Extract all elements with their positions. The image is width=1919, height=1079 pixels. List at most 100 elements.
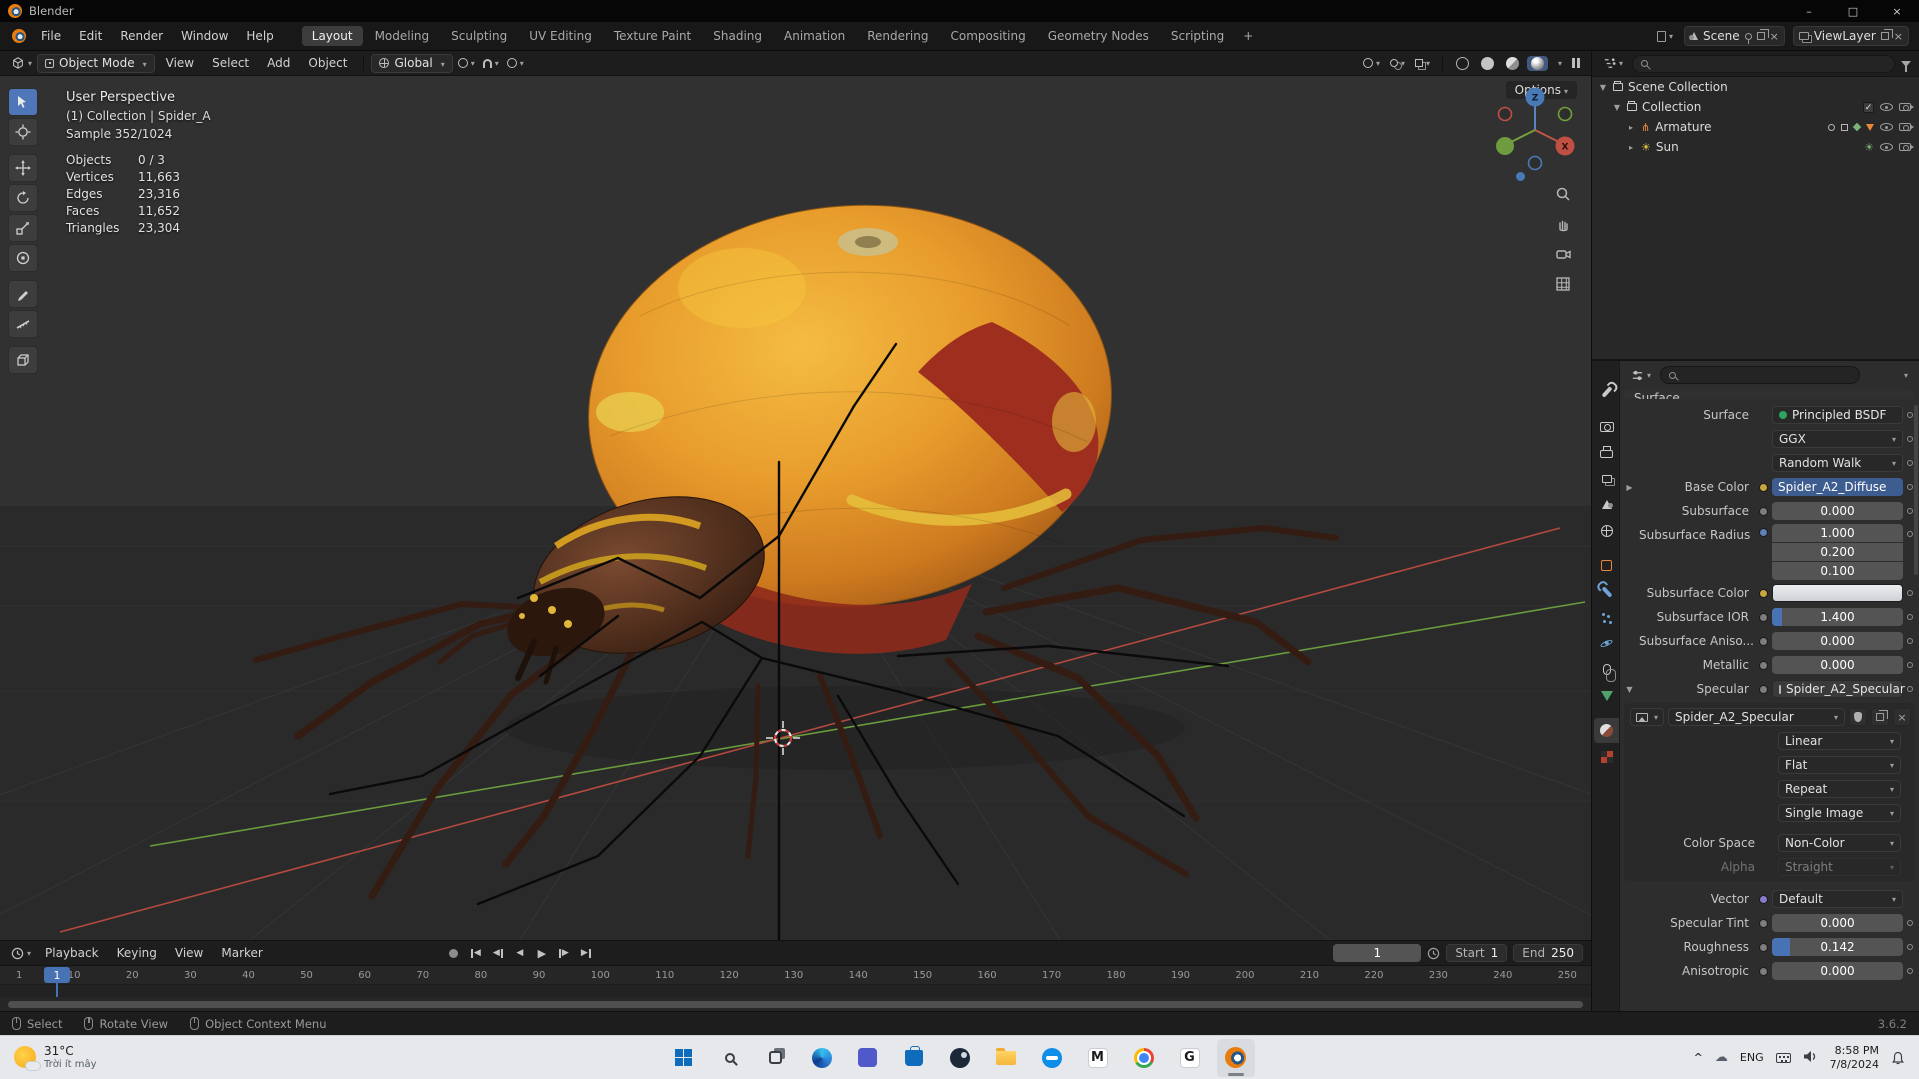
extension-dropdown[interactable]: Repeat — [1778, 780, 1901, 798]
render-visibility-icon[interactable] — [1899, 123, 1911, 131]
timeline-scrollbar[interactable] — [8, 1001, 1583, 1008]
menu-item[interactable]: Edit — [70, 25, 111, 47]
viewlayer-selector[interactable]: ViewLayer — [1793, 26, 1909, 46]
alpha-dropdown[interactable]: Straight — [1778, 858, 1901, 876]
current-frame-field[interactable]: 1 — [1333, 944, 1421, 962]
value-socket-icon[interactable] — [1759, 661, 1768, 670]
specular-tint-slider[interactable]: 0.000 — [1772, 914, 1903, 932]
properties-scrollbar[interactable] — [1914, 405, 1918, 575]
playhead[interactable]: 1 — [44, 967, 70, 997]
radius-y-slider[interactable]: 0.200 — [1772, 543, 1903, 561]
shading-wireframe-button[interactable] — [1452, 56, 1473, 71]
workspace-tab[interactable]: Shading — [703, 26, 772, 46]
language-indicator[interactable]: ENG — [1740, 1051, 1764, 1064]
play-reverse-button[interactable]: ◀ — [510, 944, 530, 962]
maximize-button[interactable]: □ — [1831, 0, 1875, 22]
color-socket-icon[interactable] — [1759, 589, 1768, 598]
expand-icon[interactable]: ▼ — [1612, 103, 1622, 112]
decorator-dot[interactable] — [1907, 968, 1913, 974]
tab-modifiers[interactable] — [1594, 579, 1619, 604]
menu-item[interactable]: Render — [111, 25, 172, 47]
decorator-dot[interactable] — [1907, 686, 1913, 692]
navigation-dot-icon[interactable] — [1516, 172, 1525, 181]
google-app[interactable]: G — [1171, 1039, 1209, 1077]
metallic-slider[interactable]: 0.000 — [1772, 656, 1903, 674]
tool-select-box[interactable] — [8, 88, 38, 116]
decorator-dot[interactable] — [1907, 508, 1913, 514]
workspace-tab[interactable]: Sculpting — [441, 26, 517, 46]
radius-x-slider[interactable]: 1.000 — [1772, 524, 1903, 542]
decorator-dot[interactable] — [1907, 614, 1913, 620]
anisotropic-slider[interactable]: 0.000 — [1772, 962, 1903, 980]
notification-bell-icon[interactable] — [1891, 1051, 1905, 1065]
projection-dropdown[interactable]: Flat — [1778, 756, 1901, 774]
shading-rendered-button[interactable] — [1527, 56, 1548, 71]
outliner-row-armature[interactable]: ▸ ⋔ Armature — [1592, 117, 1919, 137]
vector-dropdown[interactable]: Default — [1772, 890, 1903, 908]
pin-icon[interactable] — [1745, 33, 1752, 40]
close-button[interactable]: × — [1875, 0, 1919, 22]
tab-texture[interactable] — [1594, 744, 1619, 769]
collapse-icon[interactable]: ▼ — [1624, 685, 1635, 694]
next-keyframe-button[interactable]: ▶ — [554, 944, 574, 962]
hide-eye-icon[interactable] — [1880, 103, 1893, 111]
exclude-checkbox[interactable] — [1863, 102, 1874, 113]
expand-icon[interactable]: ▶ — [1624, 483, 1635, 492]
volume-icon[interactable] — [1803, 1050, 1818, 1066]
value-socket-icon[interactable] — [1759, 919, 1768, 928]
base-color-texture-field[interactable]: Spider_A2_Diffuse — [1772, 478, 1903, 496]
menu-item[interactable]: Window — [172, 25, 237, 47]
expand-icon[interactable]: ▼ — [1598, 83, 1608, 92]
decorator-dot[interactable] — [1907, 590, 1913, 596]
viewport-menu-item[interactable]: Add — [258, 52, 299, 74]
teams-app[interactable] — [849, 1039, 887, 1077]
file-explorer-app[interactable] — [987, 1039, 1025, 1077]
hide-eye-icon[interactable] — [1880, 123, 1893, 131]
tool-add-cube[interactable] — [8, 346, 38, 374]
decorator-dot[interactable] — [1907, 531, 1913, 537]
add-workspace-button[interactable]: + — [1235, 26, 1261, 46]
jump-to-start-button[interactable]: ◀ — [466, 944, 486, 962]
jump-to-end-button[interactable]: ▶ — [576, 944, 596, 962]
tool-cursor[interactable] — [8, 118, 38, 146]
tab-object-data[interactable] — [1594, 683, 1619, 708]
timeline-menu-item[interactable]: View — [166, 942, 212, 964]
decorator-dot[interactable] — [1907, 412, 1913, 418]
tool-measure[interactable] — [8, 310, 38, 338]
auto-key-button[interactable] — [444, 944, 464, 962]
medium-app[interactable]: M — [1079, 1039, 1117, 1077]
scene-selector[interactable]: Scene — [1684, 26, 1785, 46]
onedrive-cloud-icon[interactable]: ☁ — [1715, 1050, 1728, 1065]
viewport-menu-item[interactable]: Select — [203, 52, 258, 74]
navigation-gizmo[interactable]: Z X — [1489, 84, 1581, 176]
tool-scale[interactable] — [8, 214, 38, 242]
color-socket-icon[interactable] — [1759, 483, 1768, 492]
render-visibility-icon[interactable] — [1899, 143, 1911, 151]
subsurface-ior-slider[interactable]: 1.400 — [1772, 608, 1903, 626]
orthographic-toggle-button[interactable] — [1551, 272, 1575, 296]
value-socket-icon[interactable] — [1759, 613, 1768, 622]
outliner-search-input[interactable] — [1632, 55, 1895, 73]
tab-physics[interactable] — [1594, 631, 1619, 656]
filter-icon[interactable] — [1901, 61, 1911, 67]
tab-constraints[interactable] — [1594, 657, 1619, 682]
decorator-dot[interactable] — [1907, 944, 1913, 950]
timeline-menu-item[interactable]: Playback — [36, 942, 108, 964]
mode-selector[interactable]: Object Mode — [37, 54, 155, 73]
tool-move[interactable] — [8, 154, 38, 182]
expand-icon[interactable]: ▸ — [1626, 123, 1636, 132]
new-viewlayer-icon[interactable] — [1881, 32, 1889, 40]
show-gizmo-button[interactable] — [1360, 58, 1383, 68]
shading-dropdown-button[interactable] — [1552, 59, 1565, 68]
timeline-menu-item[interactable]: Marker — [212, 942, 271, 964]
workspace-tab[interactable]: Compositing — [940, 26, 1035, 46]
viewport-menu-item[interactable]: View — [157, 52, 203, 74]
workspace-tab[interactable]: Modeling — [365, 26, 440, 46]
decorator-dot[interactable] — [1907, 484, 1913, 490]
store-app[interactable] — [895, 1039, 933, 1077]
decorator-dot[interactable] — [1907, 920, 1913, 926]
camera-view-button[interactable] — [1551, 242, 1575, 266]
tab-object[interactable] — [1594, 553, 1619, 578]
play-button[interactable]: ▶ — [532, 944, 552, 962]
browse-scene-icon[interactable] — [1654, 31, 1676, 42]
